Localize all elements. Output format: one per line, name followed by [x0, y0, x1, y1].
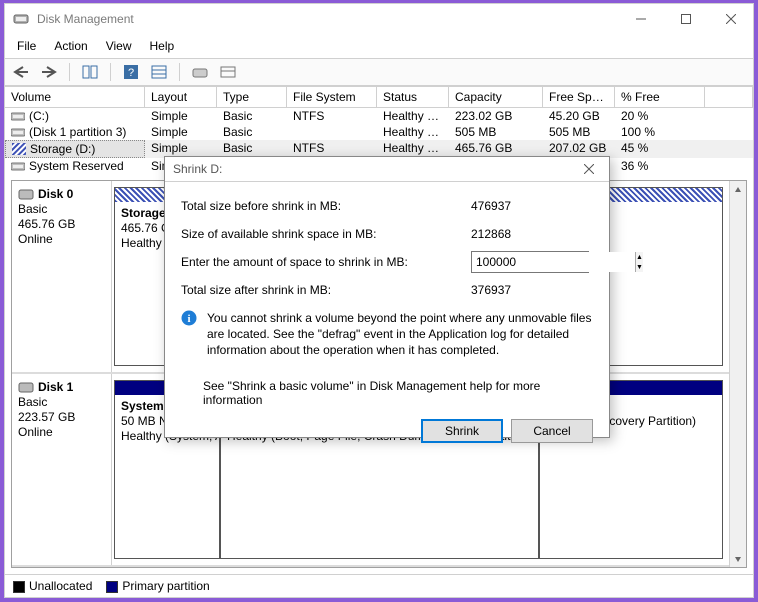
info-icon: i [181, 310, 199, 359]
disk-label[interactable]: Disk 1Basic223.57 GBOnline [12, 374, 112, 565]
col-volume[interactable]: Volume [5, 86, 145, 107]
volume-layout: Simple [145, 108, 217, 124]
dialog-title: Shrink D: [173, 162, 222, 176]
volume-pct: 100 % [615, 124, 705, 140]
volume-icon [12, 143, 26, 155]
legend-unallocated: Unallocated [13, 579, 92, 593]
spinner-down-icon[interactable]: ▼ [636, 262, 643, 272]
close-button[interactable] [708, 4, 753, 34]
forward-icon[interactable] [37, 62, 61, 82]
spinner-up-icon[interactable]: ▲ [636, 252, 643, 262]
disk-state: Online [18, 232, 105, 246]
shrink-amount-spinner[interactable]: ▲ ▼ [471, 251, 589, 273]
refresh-icon[interactable] [188, 62, 212, 82]
volume-pct: 20 % [615, 108, 705, 124]
volume-type: Basic [217, 108, 287, 124]
settings-icon[interactable] [147, 62, 171, 82]
disk-size: 223.57 GB [18, 410, 105, 424]
volume-name: (C:) [29, 109, 49, 123]
legend-primary: Primary partition [106, 579, 209, 593]
help-icon[interactable]: ? [119, 62, 143, 82]
shrink-amount-input[interactable] [472, 252, 635, 272]
volume-type: Basic [217, 124, 287, 140]
label-available: Size of available shrink space in MB: [181, 227, 471, 241]
shrink-dialog: Shrink D: Total size before shrink in MB… [164, 156, 610, 438]
table-row[interactable]: (Disk 1 partition 3) SimpleBasic Healthy (… [5, 124, 753, 140]
cancel-button[interactable]: Cancel [511, 419, 593, 443]
info-text: You cannot shrink a volume beyond the po… [207, 310, 593, 359]
minimize-button[interactable] [618, 4, 663, 34]
volume-name: (Disk 1 partition 3) [29, 125, 126, 139]
volume-free: 505 MB [543, 124, 615, 140]
svg-text:i: i [187, 313, 190, 325]
volume-name: Storage (D:) [30, 142, 95, 156]
back-icon[interactable] [9, 62, 33, 82]
menu-file[interactable]: File [9, 36, 44, 56]
disk-title: Disk 0 [38, 187, 73, 201]
volume-icon [11, 126, 25, 138]
volume-icon [11, 160, 25, 172]
menu-help[interactable]: Help [142, 36, 183, 56]
menu-action[interactable]: Action [46, 36, 95, 56]
label-enter-amount: Enter the amount of space to shrink in M… [181, 255, 471, 269]
col-extra[interactable] [705, 86, 753, 107]
scrollbar-vertical[interactable] [729, 181, 746, 567]
disk-title: Disk 1 [38, 380, 73, 394]
table-header-row: Volume Layout Type File System Status Ca… [5, 86, 753, 108]
dialog-titlebar[interactable]: Shrink D: [165, 157, 609, 182]
volume-fs [287, 124, 377, 140]
properties-icon[interactable] [216, 62, 240, 82]
window-title: Disk Management [37, 12, 134, 26]
disk-kind: Basic [18, 395, 105, 409]
volume-name: System Reserved [29, 159, 124, 173]
col-filesystem[interactable]: File System [287, 86, 377, 107]
volume-status: Healthy (R... [377, 124, 449, 140]
volume-pct: 45 % [615, 140, 705, 158]
volume-free: 45.20 GB [543, 108, 615, 124]
maximize-button[interactable] [663, 4, 708, 34]
volume-capacity: 223.02 GB [449, 108, 543, 124]
legend: Unallocated Primary partition [5, 574, 753, 597]
volume-pct: 36 % [615, 158, 705, 174]
dialog-close-icon[interactable] [577, 157, 601, 181]
col-type[interactable]: Type [217, 86, 287, 107]
app-icon [13, 11, 29, 27]
label-total-after: Total size after shrink in MB: [181, 283, 471, 297]
col-pctfree[interactable]: % Free [615, 86, 705, 107]
disk-state: Online [18, 425, 105, 439]
volume-layout: Simple [145, 124, 217, 140]
col-layout[interactable]: Layout [145, 86, 217, 107]
col-status[interactable]: Status [377, 86, 449, 107]
volume-icon [11, 110, 25, 122]
col-capacity[interactable]: Capacity [449, 86, 543, 107]
scroll-up-icon[interactable] [730, 181, 746, 198]
disk-kind: Basic [18, 202, 105, 216]
value-total-before: 476937 [471, 199, 589, 213]
disk-icon [18, 380, 34, 394]
disk-label[interactable]: Disk 0Basic465.76 GBOnline [12, 181, 112, 372]
volume-capacity: 505 MB [449, 124, 543, 140]
menu-view[interactable]: View [98, 36, 140, 56]
label-total-before: Total size before shrink in MB: [181, 199, 471, 213]
titlebar: Disk Management [5, 4, 753, 34]
table-row[interactable]: (C:) SimpleBasicNTFSHealthy (B...223.02 G… [5, 108, 753, 124]
volume-status: Healthy (B... [377, 108, 449, 124]
layout-icon[interactable] [78, 62, 102, 82]
menubar: File Action View Help [5, 34, 753, 58]
scroll-down-icon[interactable] [730, 550, 746, 567]
value-available: 212868 [471, 227, 589, 241]
col-free[interactable]: Free Spa... [543, 86, 615, 107]
volume-fs: NTFS [287, 108, 377, 124]
toolbar: ? [5, 58, 753, 86]
value-total-after: 376937 [471, 283, 589, 297]
disk-size: 465.76 GB [18, 217, 105, 231]
shrink-button[interactable]: Shrink [421, 419, 503, 443]
svg-text:?: ? [128, 67, 134, 79]
more-info-text: See "Shrink a basic volume" in Disk Mana… [203, 379, 593, 407]
disk-icon [18, 187, 34, 201]
